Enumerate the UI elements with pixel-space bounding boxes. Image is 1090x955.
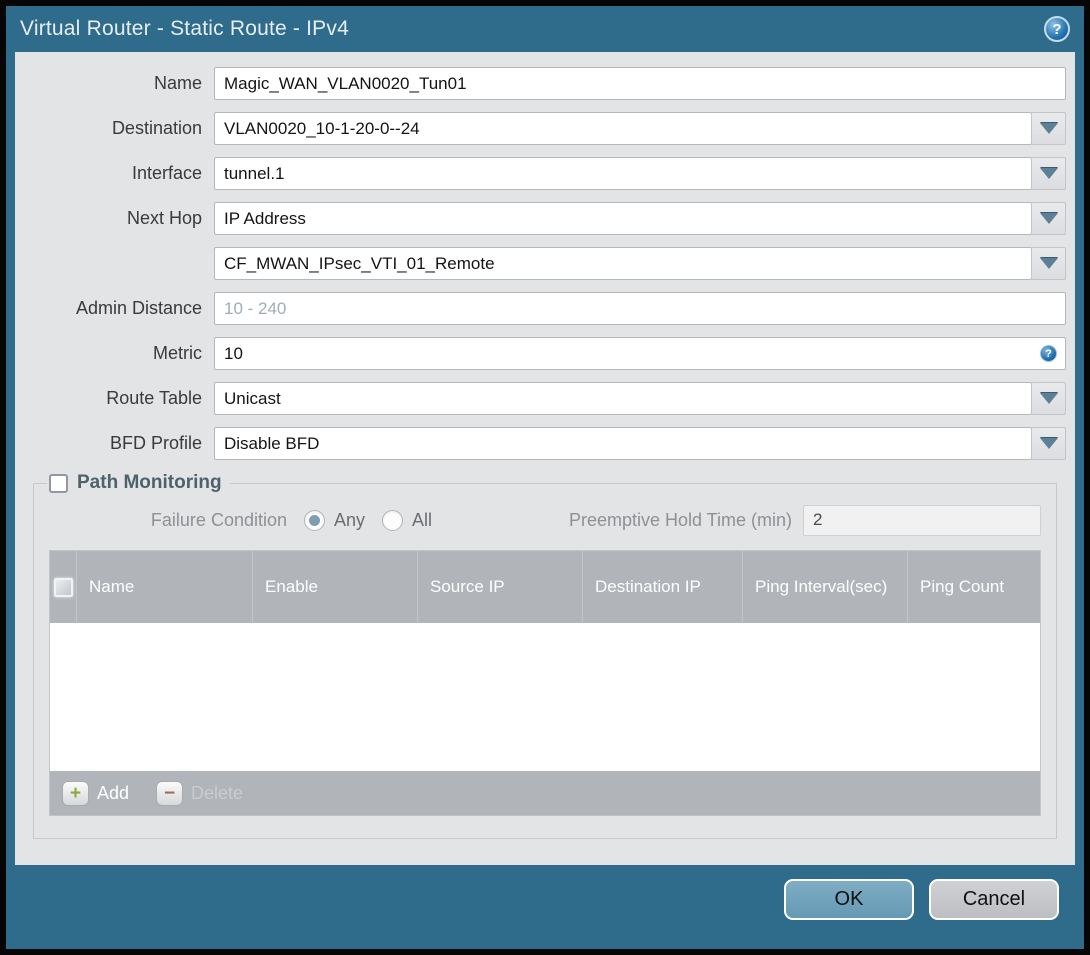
next-hop-address-input[interactable] xyxy=(214,247,1032,280)
ok-button[interactable]: OK xyxy=(784,879,914,920)
preemptive-hold-time-label: Preemptive Hold Time (min) xyxy=(568,509,792,530)
column-header-enable[interactable]: Enable xyxy=(252,551,417,623)
table-select-all-cell xyxy=(50,551,76,623)
column-header-ping-count[interactable]: Ping Count xyxy=(907,551,1040,623)
destination-row: Destination xyxy=(24,112,1066,145)
failure-condition-any-label: Any xyxy=(334,509,366,530)
admin-distance-label: Admin Distance xyxy=(75,298,202,318)
route-table-dropdown-button[interactable] xyxy=(1031,382,1066,415)
bfd-profile-label: BFD Profile xyxy=(109,433,202,453)
route-table-input[interactable] xyxy=(214,382,1032,415)
metric-label: Metric xyxy=(153,343,202,363)
dialog-titlebar: Virtual Router - Static Route - IPv4 ? xyxy=(6,6,1084,52)
column-header-ping-interval[interactable]: Ping Interval(sec) xyxy=(742,551,907,623)
minus-icon: − xyxy=(163,782,176,804)
path-monitoring-checkbox[interactable] xyxy=(49,473,68,493)
failure-condition-radio-group: Any All xyxy=(287,509,433,531)
destination-dropdown-button[interactable] xyxy=(1031,112,1066,145)
name-row: Name xyxy=(24,67,1066,100)
route-table-field-wrap xyxy=(214,382,1066,415)
metric-input[interactable] xyxy=(214,337,1066,370)
admin-distance-row: Admin Distance xyxy=(24,292,1066,325)
chevron-down-icon xyxy=(1039,168,1058,179)
next-hop-type-input[interactable] xyxy=(214,202,1032,235)
bfd-profile-input[interactable] xyxy=(214,427,1032,460)
dialog-footer: OK Cancel xyxy=(6,865,1084,920)
interface-dropdown-button[interactable] xyxy=(1031,157,1066,190)
next-hop-row: Next Hop xyxy=(24,202,1066,235)
name-field-wrap xyxy=(214,67,1066,100)
next-hop-address-dropdown-button[interactable] xyxy=(1031,247,1066,280)
chevron-down-icon xyxy=(1039,438,1058,449)
bfd-profile-row: BFD Profile xyxy=(24,427,1066,460)
column-header-destination-ip[interactable]: Destination IP xyxy=(582,551,742,623)
failure-condition-label: Failure Condition xyxy=(150,509,287,530)
failure-condition-row: Failure Condition Any All Preemptive Hol… xyxy=(49,504,1041,536)
next-hop-dropdown-button[interactable] xyxy=(1031,202,1066,235)
next-hop-field-wrap xyxy=(214,202,1066,235)
delete-button[interactable]: − Delete xyxy=(156,780,244,806)
dialog-content: Name Destination Interface Next Hop xyxy=(15,52,1075,865)
add-button[interactable]: + Add xyxy=(62,780,130,806)
name-label: Name xyxy=(153,73,202,93)
failure-condition-any-radio[interactable] xyxy=(304,509,325,531)
help-icon[interactable]: ? xyxy=(1044,16,1070,42)
failure-condition-all-label: All xyxy=(412,509,433,530)
select-all-checkbox[interactable] xyxy=(53,577,73,597)
minus-icon-chip: − xyxy=(156,780,184,806)
path-monitoring-title: Path Monitoring xyxy=(77,472,222,493)
next-hop-address-field-wrap xyxy=(214,247,1066,280)
preemptive-hold-time-group: Preemptive Hold Time (min) xyxy=(568,504,1041,536)
table-body-empty xyxy=(50,623,1040,771)
add-button-label: Add xyxy=(97,782,130,803)
chevron-down-icon xyxy=(1039,213,1058,224)
destination-label: Destination xyxy=(111,118,202,138)
path-monitoring-legend: Path Monitoring xyxy=(47,472,230,494)
plus-icon-chip: + xyxy=(62,780,89,806)
interface-row: Interface xyxy=(24,157,1066,190)
metric-row: Metric ? xyxy=(24,337,1066,370)
table-toolbar: + Add − Delete xyxy=(50,771,1040,815)
path-monitoring-table: Name Enable Source IP Destination IP Pin… xyxy=(49,550,1041,816)
preemptive-hold-time-input[interactable] xyxy=(803,504,1041,536)
interface-label: Interface xyxy=(131,163,202,183)
column-header-source-ip[interactable]: Source IP xyxy=(417,551,582,623)
destination-input[interactable] xyxy=(214,112,1032,145)
cancel-button[interactable]: Cancel xyxy=(929,879,1059,920)
destination-field-wrap xyxy=(214,112,1066,145)
help-icon[interactable]: ? xyxy=(1040,345,1057,362)
interface-field-wrap xyxy=(214,157,1066,190)
static-route-dialog: Virtual Router - Static Route - IPv4 ? N… xyxy=(0,0,1090,955)
table-header-row: Name Enable Source IP Destination IP Pin… xyxy=(50,551,1040,623)
route-table-row: Route Table xyxy=(24,382,1066,415)
admin-distance-input[interactable] xyxy=(214,292,1066,325)
name-input[interactable] xyxy=(214,67,1066,100)
dialog-title: Virtual Router - Static Route - IPv4 xyxy=(20,17,349,40)
interface-input[interactable] xyxy=(214,157,1032,190)
chevron-down-icon xyxy=(1039,258,1058,269)
route-table-label: Route Table xyxy=(106,388,202,408)
next-hop-label: Next Hop xyxy=(126,208,202,228)
column-header-name[interactable]: Name xyxy=(76,551,252,623)
admin-distance-field-wrap xyxy=(214,292,1066,325)
next-hop-address-row xyxy=(24,247,1066,280)
metric-field-wrap: ? xyxy=(214,337,1066,370)
chevron-down-icon xyxy=(1039,393,1058,404)
failure-condition-all-radio[interactable] xyxy=(382,509,404,531)
delete-button-label: Delete xyxy=(191,782,244,803)
plus-icon: + xyxy=(69,782,82,804)
chevron-down-icon xyxy=(1039,123,1058,134)
path-monitoring-section: Path Monitoring Failure Condition Any Al… xyxy=(33,472,1057,839)
bfd-profile-field-wrap xyxy=(214,427,1066,460)
bfd-profile-dropdown-button[interactable] xyxy=(1031,427,1066,460)
